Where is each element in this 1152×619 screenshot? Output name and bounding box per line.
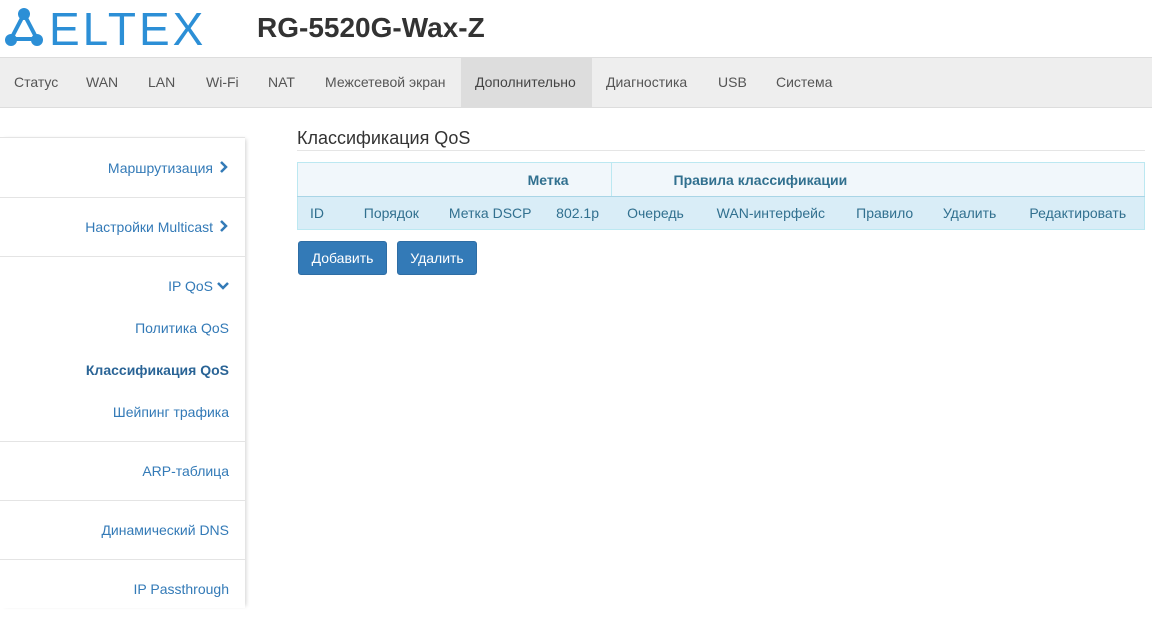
- eltex-logo[interactable]: ELTEX: [5, 4, 203, 54]
- sidebar-item-label: IP QoS: [168, 278, 213, 294]
- column-header-id: ID: [297, 196, 347, 230]
- sidebar-divider: [0, 441, 245, 442]
- page-title: Классификация QoS: [297, 128, 471, 148]
- sidebar-item-label: Настройки Multicast: [85, 219, 213, 235]
- sidebar-item-multicast[interactable]: Настройки Multicast: [0, 219, 245, 235]
- tab-lan[interactable]: LAN: [134, 58, 189, 107]
- sidebar-item-label: IP Passthrough: [133, 581, 229, 597]
- sidebar-item-label: ARP-таблица: [142, 463, 229, 479]
- top-navigation: Статус WAN LAN Wi-Fi NAT Межсетевой экра…: [0, 57, 1152, 108]
- sidebar-divider: [0, 256, 245, 257]
- eltex-logo-icon: [5, 8, 43, 46]
- tab-nat[interactable]: NAT: [254, 58, 309, 107]
- group-header-classification-rules: Правила классификации: [610, 162, 1146, 197]
- tab-wifi[interactable]: Wi-Fi: [192, 58, 253, 107]
- chevron-right-icon: [217, 160, 229, 176]
- logo-text: ELTEX: [49, 3, 207, 55]
- tab-usb[interactable]: USB: [704, 58, 761, 107]
- sidebar-item-routing[interactable]: Маршрутизация: [0, 160, 245, 176]
- sidebar-divider: [0, 559, 245, 560]
- sidebar-item-ip-qos[interactable]: IP QoS: [0, 278, 245, 294]
- sidebar-item-label: Маршрутизация: [107, 160, 213, 176]
- sidebar: Маршрутизация Настройки Multicast IP QoS…: [0, 137, 245, 608]
- column-header-delete: Удалить: [927, 196, 1012, 230]
- sidebar-item-label: Динамический DNS: [101, 522, 229, 538]
- chevron-down-icon: [217, 278, 229, 294]
- chevron-right-icon: [217, 219, 229, 235]
- table-group-header-row: Метка Правила классификации: [297, 162, 1146, 197]
- column-header-rule: Правило: [841, 196, 928, 230]
- column-header-8021p: 802.1p: [544, 196, 612, 230]
- tab-advanced[interactable]: Дополнительно: [461, 58, 592, 107]
- sidebar-subitem-traffic-shaping[interactable]: Шейпинг трафика: [0, 404, 245, 420]
- sidebar-divider: [0, 500, 245, 501]
- header: ELTEX RG-5520G-Wax-Z: [0, 0, 1152, 57]
- sidebar-item-dynamic-dns[interactable]: Динамический DNS: [0, 522, 245, 538]
- column-header-queue: Очередь: [611, 196, 700, 230]
- sidebar-item-arp-table[interactable]: ARP-таблица: [0, 463, 245, 479]
- group-header-mark: Метка: [297, 162, 612, 197]
- column-header-dscp-mark: Метка DSCP: [436, 196, 545, 230]
- add-button[interactable]: Добавить: [298, 241, 387, 275]
- tab-wan[interactable]: WAN: [72, 58, 132, 107]
- column-header-wan-interface: WAN-интерфейс: [699, 196, 842, 230]
- column-header-edit: Редактировать: [1011, 196, 1145, 230]
- qos-classification-table: Метка Правила классификации ID Порядок М…: [297, 162, 1146, 230]
- sidebar-subitem-qos-policy[interactable]: Политика QoS: [0, 320, 245, 336]
- tab-status[interactable]: Статус: [0, 58, 72, 107]
- tab-system[interactable]: Система: [762, 58, 846, 107]
- tab-firewall[interactable]: Межсетевой экран: [311, 58, 460, 107]
- table-column-header-row: ID Порядок Метка DSCP 802.1p Очередь WAN…: [297, 196, 1145, 230]
- sidebar-subitem-qos-classification[interactable]: Классификация QoS: [0, 362, 245, 378]
- title-divider: [297, 150, 1145, 151]
- delete-button[interactable]: Удалить: [397, 241, 477, 275]
- sidebar-item-ip-passthrough[interactable]: IP Passthrough: [0, 581, 245, 597]
- tab-diagnostics[interactable]: Диагностика: [592, 58, 701, 107]
- device-model-title: RG-5520G-Wax-Z: [257, 12, 485, 43]
- sidebar-divider: [0, 197, 245, 198]
- column-header-order: Порядок: [346, 196, 437, 230]
